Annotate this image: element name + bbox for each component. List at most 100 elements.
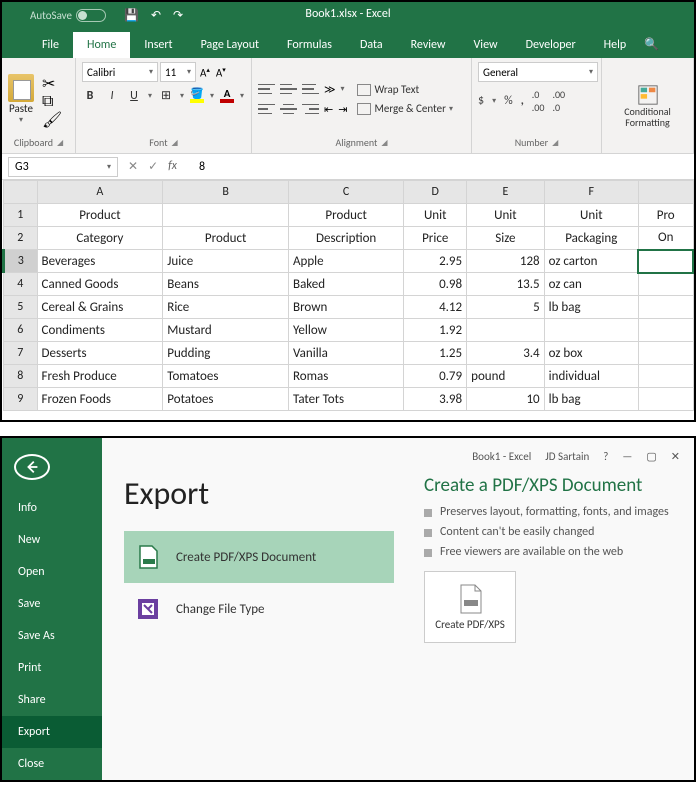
- tab-file[interactable]: File: [28, 32, 73, 58]
- tab-help[interactable]: Help: [590, 32, 641, 58]
- name-box[interactable]: G3▾: [8, 157, 118, 177]
- cell[interactable]: Romas: [289, 365, 404, 388]
- cell[interactable]: Brown: [289, 296, 404, 319]
- row-header[interactable]: 6: [4, 319, 38, 342]
- dialog-launcher-icon[interactable]: ◢: [57, 138, 63, 148]
- cancel-icon[interactable]: ✕: [128, 159, 138, 174]
- column-header[interactable]: A: [37, 181, 163, 204]
- row-header[interactable]: 7: [4, 342, 38, 365]
- decrease-font-icon[interactable]: A▾: [214, 63, 228, 82]
- row-header[interactable]: 8: [4, 365, 38, 388]
- cell[interactable]: Size: [467, 227, 545, 250]
- nav-item-save[interactable]: Save: [2, 588, 102, 620]
- cell[interactable]: 0.98: [404, 273, 467, 296]
- bold-button[interactable]: B: [82, 89, 98, 103]
- cut-icon[interactable]: ✂: [42, 74, 60, 88]
- cell[interactable]: 3.98: [404, 388, 467, 411]
- dialog-launcher-icon[interactable]: ◢: [172, 138, 178, 148]
- nav-item-open[interactable]: Open: [2, 556, 102, 588]
- cell[interactable]: Beverages: [37, 250, 163, 273]
- conditional-formatting-icon[interactable]: [637, 84, 659, 106]
- decrease-decimal-icon[interactable]: .00.0: [552, 88, 565, 114]
- align-right-icon[interactable]: [302, 102, 319, 116]
- cell[interactable]: [638, 388, 693, 411]
- tab-data[interactable]: Data: [346, 32, 397, 58]
- cell[interactable]: lb bag: [544, 388, 638, 411]
- orientation-icon[interactable]: ≫: [324, 83, 336, 96]
- cell[interactable]: Mustard: [163, 319, 289, 342]
- format-painter-icon[interactable]: 🖌: [42, 110, 60, 124]
- cell[interactable]: 3.4: [467, 342, 545, 365]
- column-header[interactable]: F: [544, 181, 638, 204]
- cell[interactable]: 128: [467, 250, 545, 273]
- close-icon[interactable]: ✕: [671, 450, 680, 463]
- cell[interactable]: Frozen Foods: [37, 388, 163, 411]
- cell[interactable]: 10: [467, 388, 545, 411]
- cell[interactable]: [638, 296, 693, 319]
- nav-item-print[interactable]: Print: [2, 652, 102, 684]
- cell[interactable]: Price: [404, 227, 467, 250]
- cell[interactable]: Cereal & Grains: [37, 296, 163, 319]
- cell[interactable]: Yellow: [289, 319, 404, 342]
- cell[interactable]: 13.5: [467, 273, 545, 296]
- cell[interactable]: [544, 319, 638, 342]
- help-icon[interactable]: ?: [603, 450, 608, 463]
- tab-view[interactable]: View: [460, 32, 512, 58]
- copy-icon[interactable]: ⧉: [42, 92, 60, 106]
- column-header[interactable]: C: [289, 181, 404, 204]
- row-header[interactable]: 4: [4, 273, 38, 296]
- cell[interactable]: 1.25: [404, 342, 467, 365]
- nav-item-share[interactable]: Share: [2, 684, 102, 716]
- cell[interactable]: [638, 342, 693, 365]
- font-color-button[interactable]: A: [220, 88, 234, 103]
- cell[interactable]: lb bag: [544, 296, 638, 319]
- fill-color-button[interactable]: 🪣: [190, 88, 204, 103]
- cell[interactable]: Tater Tots: [289, 388, 404, 411]
- tab-developer[interactable]: Developer: [512, 32, 590, 58]
- cell[interactable]: Baked: [289, 273, 404, 296]
- column-header[interactable]: [638, 181, 693, 204]
- cell[interactable]: 1.92: [404, 319, 467, 342]
- create-pdf-xps-button[interactable]: Create PDF/XPS: [424, 571, 516, 643]
- align-left-icon[interactable]: [258, 102, 275, 116]
- enter-icon[interactable]: ✓: [148, 159, 158, 174]
- cell[interactable]: Unit: [467, 204, 545, 227]
- cell[interactable]: [467, 319, 545, 342]
- cell[interactable]: 5: [467, 296, 545, 319]
- cell[interactable]: Pudding: [163, 342, 289, 365]
- cell[interactable]: [638, 365, 693, 388]
- export-option-create-pdf-xps-document[interactable]: Create PDF/XPS Document: [124, 531, 394, 583]
- cell[interactable]: Rice: [163, 296, 289, 319]
- cell[interactable]: Juice: [163, 250, 289, 273]
- cell[interactable]: Canned Goods: [37, 273, 163, 296]
- nav-item-new[interactable]: New: [2, 524, 102, 556]
- redo-icon[interactable]: ↷: [173, 8, 183, 23]
- cell[interactable]: pound: [467, 365, 545, 388]
- cell[interactable]: 2.95: [404, 250, 467, 273]
- row-header[interactable]: 9: [4, 388, 38, 411]
- worksheet-grid[interactable]: ABCDEF1ProductProductUnitUnitUnitPro2Cat…: [2, 180, 694, 411]
- cell[interactable]: Unit: [404, 204, 467, 227]
- tab-insert[interactable]: Insert: [130, 32, 186, 58]
- cell[interactable]: oz can: [544, 273, 638, 296]
- minimize-icon[interactable]: —: [622, 450, 632, 463]
- user-name[interactable]: JD Sartain: [545, 450, 589, 463]
- column-header[interactable]: D: [404, 181, 467, 204]
- cell[interactable]: Product: [289, 204, 404, 227]
- italic-button[interactable]: I: [104, 89, 120, 103]
- select-all-corner[interactable]: [4, 181, 38, 204]
- cell[interactable]: Pro: [638, 204, 693, 227]
- cell[interactable]: [638, 273, 693, 296]
- row-header[interactable]: 5: [4, 296, 38, 319]
- dialog-launcher-icon[interactable]: ◢: [381, 138, 387, 148]
- tab-home[interactable]: Home: [73, 32, 130, 58]
- cell[interactable]: On: [638, 227, 693, 250]
- nav-item-save-as[interactable]: Save As: [2, 620, 102, 652]
- formula-input[interactable]: 8: [193, 160, 694, 174]
- cell[interactable]: Tomatoes: [163, 365, 289, 388]
- row-header[interactable]: 1: [4, 204, 38, 227]
- accounting-format-icon[interactable]: $: [478, 94, 484, 108]
- increase-font-icon[interactable]: A▴: [198, 63, 212, 82]
- nav-item-info[interactable]: Info: [2, 492, 102, 524]
- cell[interactable]: [163, 204, 289, 227]
